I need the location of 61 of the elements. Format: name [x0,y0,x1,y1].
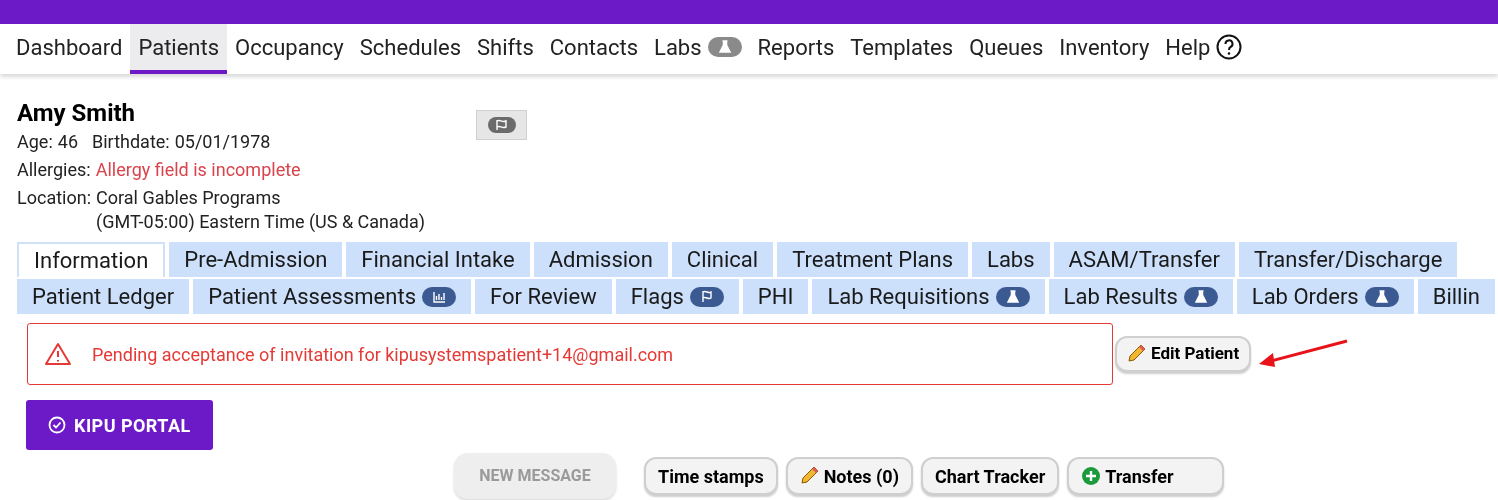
allergies-label: Allergies: [17,158,91,182]
pencil-icon [1127,343,1147,365]
bar-chart-icon [422,286,456,307]
flask-icon [995,286,1030,307]
location-value: Coral Gables Programs [96,186,282,210]
check-circle-icon [48,416,66,434]
portal-button[interactable]: KIPU PORTAL [26,400,213,450]
nav-item[interactable]: Dashboard [8,24,131,74]
nav-item[interactable]: Queues [961,24,1052,74]
nav-item[interactable]: Reports [749,24,843,74]
help-icon [1216,34,1243,60]
flask-icon [707,37,742,57]
section-tab[interactable]: Pre-Admission [169,242,343,277]
action-button[interactable]: Time stamps [644,457,778,495]
location-label: Location: [17,186,91,210]
nav-item[interactable]: Patients [130,24,228,74]
section-tab[interactable]: Flags [615,279,739,314]
alert-message: Pending acceptance of invitation for kipusystemspatient+14@gmail.com [92,342,674,367]
section-tab[interactable]: Lab Results [1048,279,1233,314]
action-button[interactable]: Chart Tracker [921,457,1060,495]
flask-icon [1183,286,1218,307]
section-tab[interactable]: Transfer/Discharge [1238,242,1458,277]
section-tab[interactable]: PHI [742,279,809,314]
edit-patient-button[interactable]: Edit Patient [1115,336,1252,372]
pencil-icon [799,465,820,487]
warning-icon [44,342,72,366]
section-tab[interactable]: For Review [475,279,612,314]
birthdate-value: 05/01/1978 [174,130,271,154]
section-tab[interactable]: Billin [1417,279,1495,314]
birthdate-label: Birthdate: [92,130,170,154]
nav-item[interactable]: Schedules [351,24,470,74]
section-tab[interactable]: Admission [533,242,668,277]
nav-item[interactable]: Labs [646,24,750,74]
section-tab[interactable]: Financial Intake [346,242,530,277]
timezone-value: (GMT-05:00) Eastern Time (US & Canada) [96,210,426,234]
section-tab[interactable]: Patient Ledger [17,279,190,314]
section-tab[interactable]: Lab Orders [1236,279,1414,314]
nav-item[interactable]: Templates [842,24,962,74]
action-button[interactable]: Notes (0) [785,457,913,495]
nav-item[interactable]: Help [1157,24,1251,74]
nav-item[interactable]: Occupancy [227,24,352,74]
age-label: Age: [17,130,53,154]
section-tab[interactable]: ASAM/Transfer [1053,242,1235,277]
nav-item[interactable]: Contacts [541,24,647,74]
section-tab[interactable]: Labs [972,242,1050,277]
section-tab[interactable]: Lab Requisitions [812,279,1045,314]
plus-icon [1081,466,1102,486]
section-tab[interactable]: Information [17,242,166,277]
action-button[interactable]: Transfer [1067,457,1224,495]
age-value: 46 [57,130,78,154]
flag-icon [689,286,724,307]
nav-item[interactable]: Inventory [1051,24,1158,74]
patient-name: Amy Smith [17,98,137,128]
section-tab[interactable]: Patient Assessments [193,279,471,314]
flag-icon [487,117,516,133]
flag-button[interactable] [476,110,527,140]
section-tab[interactable]: Treatment Plans [777,242,969,277]
allergies-warning: Allergy field is incomplete [95,158,301,182]
nav-item[interactable]: Shifts [469,24,542,74]
flask-icon [1364,286,1399,307]
section-tab[interactable]: Clinical [671,242,774,277]
